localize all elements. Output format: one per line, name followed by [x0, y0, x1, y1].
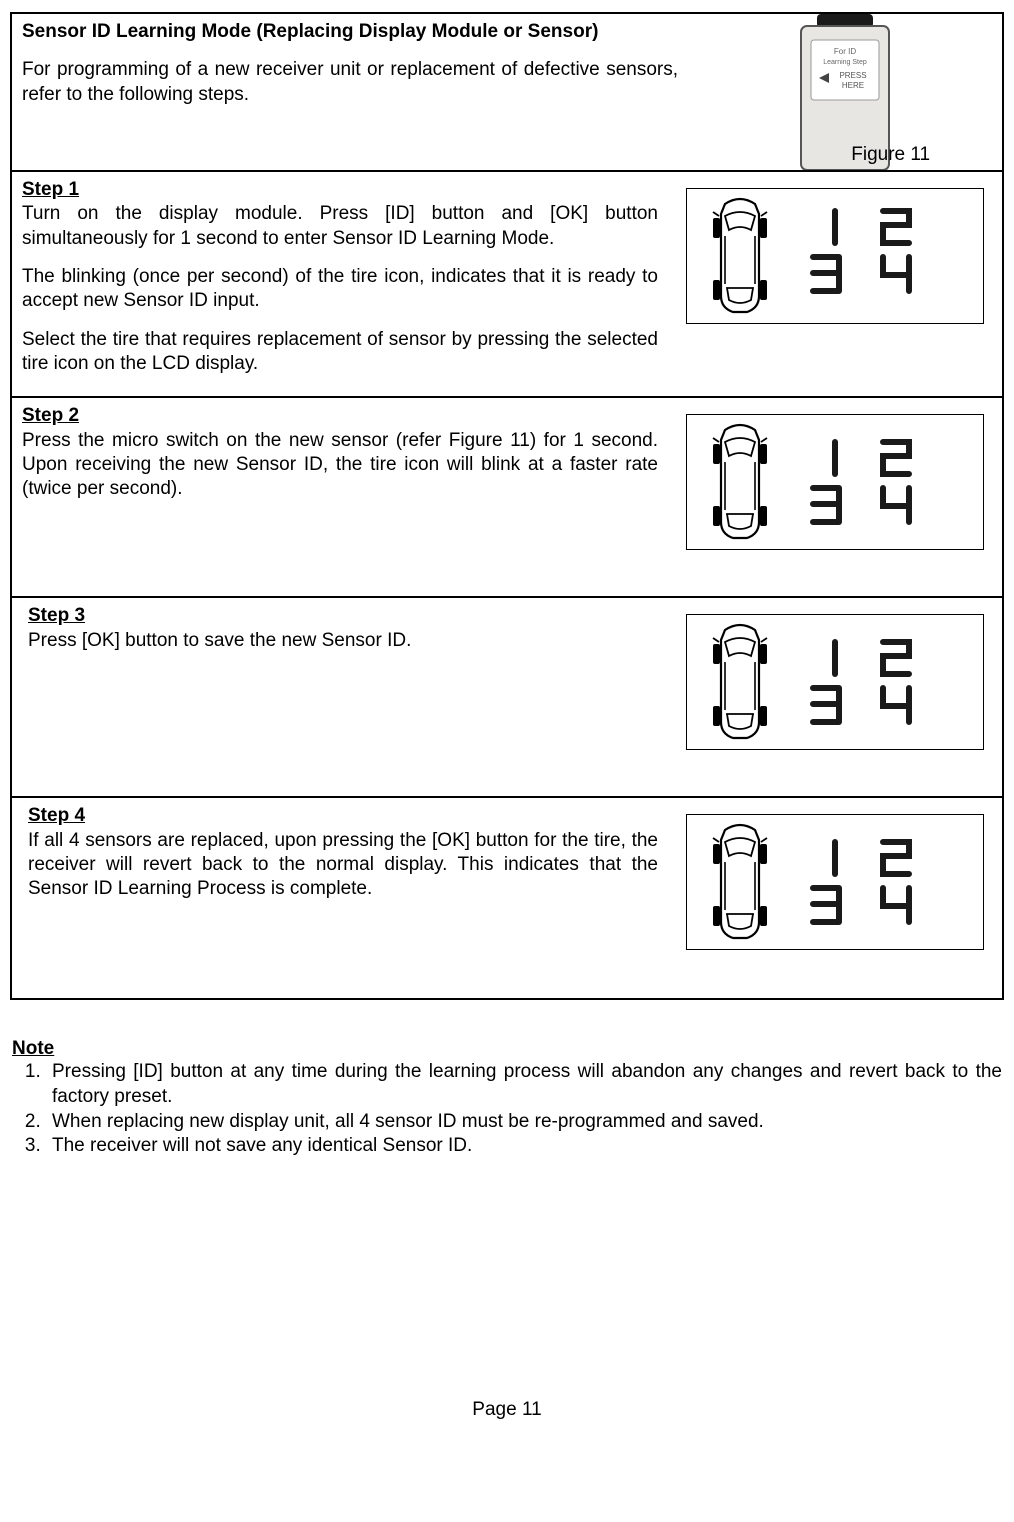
step-1-row: Step 1 Turn on the display module. Press… [12, 172, 1002, 398]
figure-caption: Figure 11 [851, 144, 930, 166]
lcd-display [686, 614, 984, 750]
lcd-display [686, 814, 984, 950]
intro-paragraph: For programming of a new receiver unit o… [22, 58, 678, 107]
step-3-title: Step 3 [28, 605, 85, 626]
step-3-display [668, 598, 1002, 796]
step-1-text: Step 1 Turn on the display module. Press… [12, 172, 668, 396]
lcd-digits [805, 205, 945, 307]
step-1-title: Step 1 [22, 179, 79, 200]
page-number: Page 11 [10, 1399, 1004, 1421]
note-title: Note [12, 1038, 54, 1059]
step-1-para-2: The blinking (once per second) of the ti… [22, 265, 658, 314]
intro-text: Sensor ID Learning Mode (Replacing Displ… [12, 14, 688, 170]
step-2-row: Step 2 Press the micro switch on the new… [12, 398, 1002, 598]
step-1-para-3: Select the tire that requires replacemen… [22, 328, 658, 377]
instructions-table: Sensor ID Learning Mode (Replacing Displ… [10, 12, 1004, 1000]
step-1-para-1: Turn on the display module. Press [ID] b… [22, 203, 658, 248]
lcd-digits [805, 836, 945, 928]
note-item-2: When replacing new display unit, all 4 s… [46, 1110, 1002, 1135]
car-icon [705, 822, 775, 942]
step-4-para-1: If all 4 sensors are replaced, upon pres… [28, 830, 658, 900]
section-title: Sensor ID Learning Mode (Replacing Displ… [22, 20, 678, 44]
step-2-para-1: Press the micro switch on the new sensor… [22, 430, 658, 500]
step-2-text: Step 2 Press the micro switch on the new… [12, 398, 668, 596]
note-list: Pressing [ID] button at any time during … [12, 1060, 1002, 1159]
step-3-row: Step 3 Press [OK] button to save the new… [12, 598, 1002, 798]
step-4-title: Step 4 [28, 805, 85, 826]
intro-row: Sensor ID Learning Mode (Replacing Displ… [12, 14, 1002, 172]
step-3-para-1: Press [OK] button to save the new Sensor… [28, 630, 411, 651]
step-2-display [668, 398, 1002, 596]
lcd-digits [805, 636, 945, 728]
car-icon [705, 422, 775, 542]
lcd-digits [805, 436, 945, 528]
step-4-row: Step 4 If all 4 sensors are replaced, up… [12, 798, 1002, 998]
figure-11-cell: Figure 11 [688, 14, 1002, 170]
note-item-1: Pressing [ID] button at any time during … [46, 1060, 1002, 1109]
note-item-3: The receiver will not save any identical… [46, 1134, 1002, 1159]
step-4-text: Step 4 If all 4 sensors are replaced, up… [12, 798, 668, 998]
notes-section: Note Pressing [ID] button at any time du… [10, 1038, 1004, 1159]
car-icon [705, 196, 775, 316]
step-3-text: Step 3 Press [OK] button to save the new… [12, 598, 668, 796]
lcd-display [686, 414, 984, 550]
step-1-display [668, 172, 1002, 396]
step-2-title: Step 2 [22, 405, 79, 426]
car-icon [705, 622, 775, 742]
lcd-display [686, 188, 984, 324]
step-4-display [668, 798, 1002, 998]
